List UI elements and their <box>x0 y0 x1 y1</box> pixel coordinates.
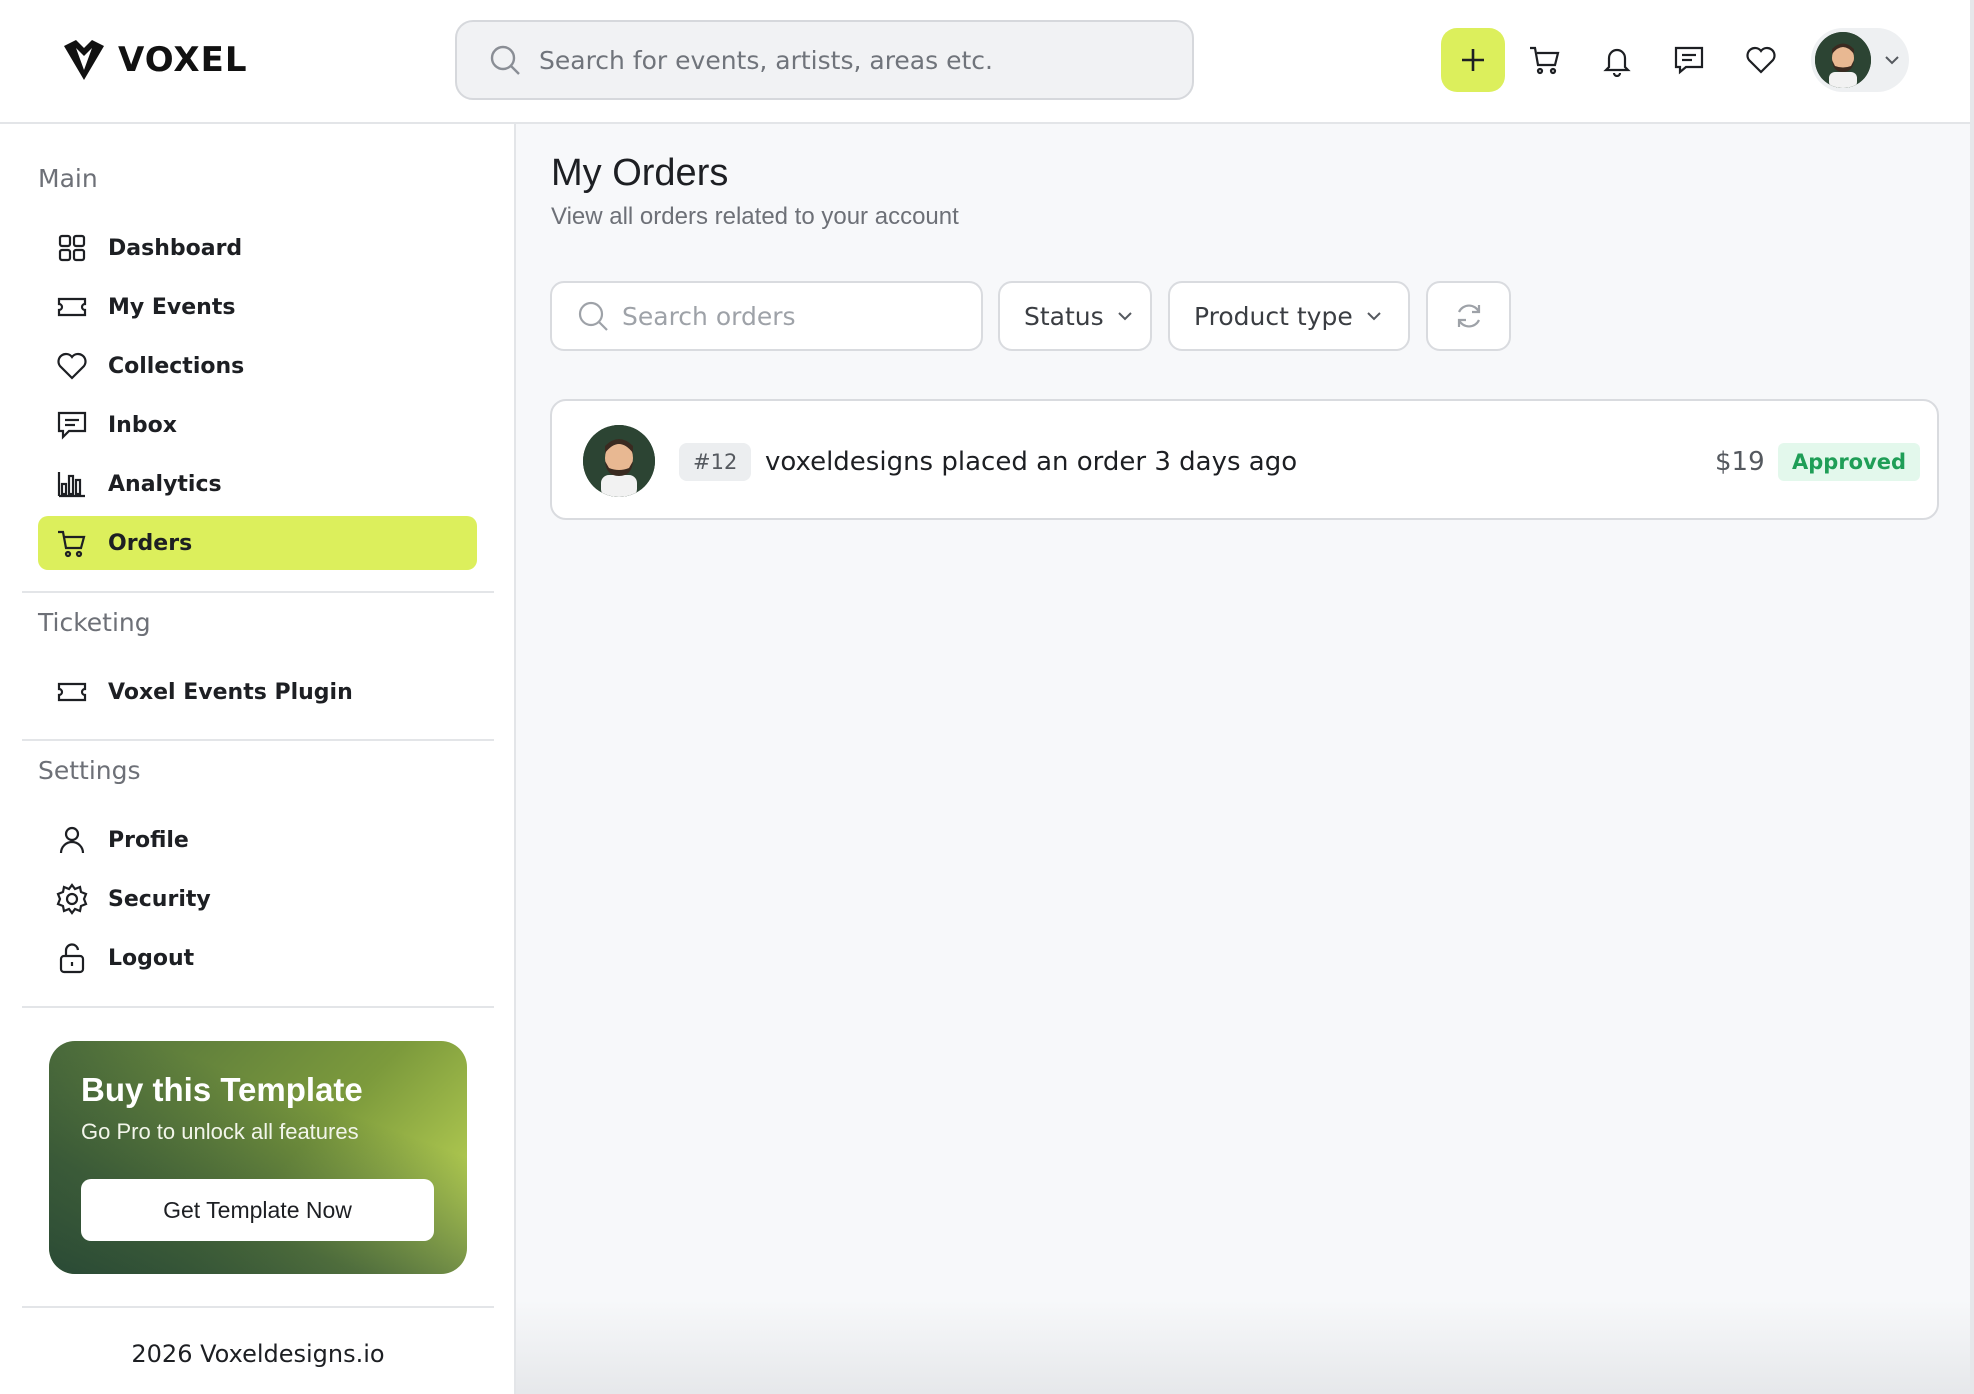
orders-search-input[interactable] <box>622 301 962 331</box>
refresh-button[interactable] <box>1426 281 1511 351</box>
sidebar-item-inbox[interactable]: Inbox <box>38 398 477 452</box>
sidebar-item-dashboard[interactable]: Dashboard <box>38 221 477 275</box>
sidebar-divider <box>22 739 494 741</box>
sidebar-item-label: Orders <box>108 530 193 556</box>
sidebar-item-voxel-events-plugin[interactable]: Voxel Events Plugin <box>38 665 477 719</box>
user-icon <box>59 826 85 854</box>
status-filter[interactable]: Status <box>998 281 1152 351</box>
bell-icon <box>1603 48 1631 77</box>
sidebar-divider <box>22 1306 494 1308</box>
ticket-icon <box>57 297 87 317</box>
heart-icon <box>57 352 87 380</box>
sidebar-item-label: Analytics <box>108 471 222 497</box>
sidebar-item-label: My Events <box>108 294 236 320</box>
user-menu[interactable] <box>1811 28 1909 92</box>
sidebar-item-logout[interactable]: Logout <box>38 931 477 985</box>
sidebar-item-analytics[interactable]: Analytics <box>38 457 477 511</box>
brand-name: VOXEL <box>118 40 248 80</box>
sidebar-item-label: Inbox <box>108 412 177 438</box>
sidebar-item-profile[interactable]: Profile <box>38 813 477 867</box>
avatar <box>583 425 655 497</box>
voxel-logo-icon <box>64 40 104 80</box>
search-icon <box>490 45 520 75</box>
sidebar-section-ticketing: Ticketing <box>38 608 151 637</box>
sidebar-section-main: Main <box>38 164 98 193</box>
cart-button[interactable] <box>1513 28 1577 92</box>
promo-card: Buy this Template Go Pro to unlock all f… <box>49 1041 467 1274</box>
sidebar-item-label: Logout <box>108 945 195 971</box>
sidebar-item-orders[interactable]: Orders <box>38 516 477 570</box>
global-search-input[interactable] <box>539 45 1179 75</box>
grid-icon <box>58 234 86 262</box>
refresh-icon <box>1457 304 1480 328</box>
sidebar-divider <box>22 1006 494 1008</box>
page-title: My Orders <box>551 152 729 194</box>
sidebar: Main Dashboard My Events Collections Inb… <box>0 124 516 1394</box>
top-header: VOXEL <box>0 0 1974 124</box>
sidebar-divider <box>22 591 494 593</box>
create-button[interactable] <box>1441 28 1505 92</box>
sidebar-item-my-events[interactable]: My Events <box>38 280 477 334</box>
global-search[interactable] <box>455 20 1194 100</box>
page-subtitle: View all orders related to your account <box>551 203 959 230</box>
ticket-icon <box>57 682 87 702</box>
messages-button[interactable] <box>1657 28 1721 92</box>
scrollbar-track[interactable] <box>1970 0 1974 1394</box>
chevron-down-icon <box>1117 312 1132 321</box>
get-template-button[interactable]: Get Template Now <box>81 1179 434 1241</box>
search-icon <box>578 301 608 331</box>
cart-icon <box>58 530 86 558</box>
gear-icon <box>56 883 88 915</box>
plus-icon <box>1462 49 1484 71</box>
sidebar-item-label: Profile <box>108 827 189 853</box>
status-badge: Approved <box>1778 443 1921 481</box>
order-price: $19 <box>1715 447 1765 477</box>
sidebar-item-label: Collections <box>108 353 245 379</box>
sidebar-item-label: Security <box>108 886 211 912</box>
sidebar-item-label: Dashboard <box>108 235 243 261</box>
promo-title: Buy this Template <box>81 1071 363 1108</box>
unlock-icon <box>59 943 85 974</box>
chevron-down-icon <box>1885 56 1899 65</box>
order-row[interactable]: #12 voxeldesigns placed an order 3 days … <box>550 399 1939 520</box>
message-icon <box>1674 46 1704 75</box>
sidebar-item-security[interactable]: Security <box>38 872 477 926</box>
order-description: voxeldesigns placed an order 3 days ago <box>765 447 1298 477</box>
order-id-badge: #12 <box>679 443 752 481</box>
sidebar-section-settings: Settings <box>38 756 141 785</box>
chevron-down-icon <box>1367 312 1381 321</box>
status-filter-label: Status <box>1024 301 1104 331</box>
promo-subtitle: Go Pro to unlock all features <box>81 1119 359 1144</box>
notifications-button[interactable] <box>1585 28 1649 92</box>
heart-icon <box>1746 46 1776 74</box>
brand-logo[interactable]: VOXEL <box>60 36 248 84</box>
sidebar-item-collections[interactable]: Collections <box>38 339 477 393</box>
wishlist-button[interactable] <box>1729 28 1793 92</box>
avatar <box>1815 32 1871 88</box>
message-icon <box>57 411 87 440</box>
bottom-shade <box>516 1300 1974 1394</box>
cart-icon <box>1530 46 1560 75</box>
sidebar-item-label: Voxel Events Plugin <box>108 679 353 705</box>
bar-chart-icon <box>57 472 85 498</box>
product-type-filter-label: Product type <box>1194 301 1353 331</box>
orders-search[interactable] <box>550 281 983 351</box>
footer-copyright: 2026 Voxeldesigns.io <box>131 1340 385 1368</box>
product-type-filter[interactable]: Product type <box>1168 281 1410 351</box>
